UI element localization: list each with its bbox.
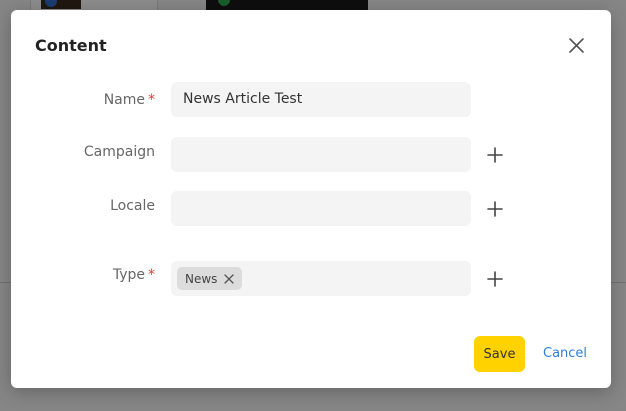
- name-label-text: Name: [103, 92, 145, 108]
- type-label: Type *: [113, 267, 155, 283]
- add-locale-button[interactable]: [486, 200, 504, 218]
- locale-select[interactable]: [171, 191, 471, 226]
- name-input[interactable]: News Article Test: [171, 82, 471, 117]
- plus-icon: [487, 271, 503, 287]
- plus-icon: [487, 147, 503, 163]
- add-type-button[interactable]: [486, 270, 504, 288]
- campaign-select[interactable]: [171, 137, 471, 172]
- tag-remove-button[interactable]: [224, 273, 235, 284]
- close-icon: [224, 273, 235, 284]
- content-modal: Content Name * News Article Test Campaign…: [11, 10, 611, 388]
- close-button[interactable]: [567, 36, 587, 56]
- type-select[interactable]: News: [171, 261, 471, 296]
- name-label: Name *: [104, 92, 155, 108]
- add-campaign-button[interactable]: [486, 146, 504, 164]
- required-indicator: *: [148, 92, 155, 108]
- plus-icon: [487, 201, 503, 217]
- cancel-link[interactable]: Cancel: [543, 346, 587, 361]
- required-indicator: *: [148, 267, 155, 283]
- modal-title: Content: [35, 36, 107, 55]
- type-tag: News: [177, 267, 243, 290]
- name-input-value: News Article Test: [183, 91, 303, 107]
- save-button[interactable]: Save: [474, 336, 525, 372]
- campaign-label: Campaign: [83, 144, 155, 160]
- close-icon: [569, 38, 584, 53]
- type-tag-label: News: [185, 271, 218, 286]
- type-label-text: Type: [112, 267, 145, 283]
- locale-label: Locale: [110, 198, 155, 214]
